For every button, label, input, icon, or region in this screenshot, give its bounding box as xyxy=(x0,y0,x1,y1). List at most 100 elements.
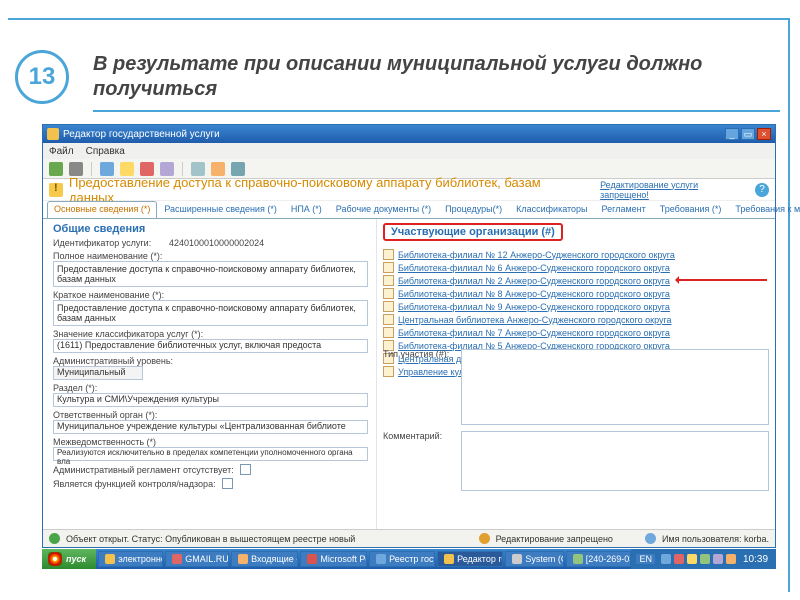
label-respbody: Ответственный орган (*): xyxy=(53,410,368,420)
field-shortname[interactable]: Предоставление доступа к справочно-поиск… xyxy=(53,300,368,326)
section-orgs: Участвующие организации (#) xyxy=(383,223,563,241)
status-user: Имя пользователя: korba. xyxy=(662,534,769,544)
tray-icon[interactable] xyxy=(713,554,723,564)
field-type[interactable] xyxy=(461,349,769,425)
close-button[interactable]: × xyxy=(757,128,771,140)
warning-icon xyxy=(49,183,63,197)
slide-number: 13 xyxy=(15,50,69,104)
field-classifier[interactable]: (1611) Предоставление библиотечных услуг… xyxy=(53,339,368,353)
doc-icon[interactable] xyxy=(191,162,205,176)
field-section[interactable]: Культура и СМИ\Учреждения культуры xyxy=(53,393,368,407)
field-fullname[interactable]: Предоставление доступа к справочно-поиск… xyxy=(53,261,368,287)
org-item[interactable]: Библиотека-филиал № 7 Анжеро-Судженского… xyxy=(383,326,769,339)
tab-docs[interactable]: Рабочие документы (*) xyxy=(329,201,438,218)
label-section: Раздел (*): xyxy=(53,383,368,393)
label-admin-absent: Административный регламент отсутствует: xyxy=(53,465,234,475)
field-inter[interactable]: Реализуются исключительно в пределах ком… xyxy=(53,447,368,461)
app-window: Редактор государственной услуги _ ▭ × Фа… xyxy=(42,124,776,548)
org-item[interactable]: Библиотека-филиал № 12 Анжеро-Судженског… xyxy=(383,248,769,261)
org-item[interactable]: Центральная библиотека Анжеро-Судженског… xyxy=(383,313,769,326)
org-item[interactable]: Библиотека-филиал № 9 Анжеро-Судженского… xyxy=(383,300,769,313)
task-item[interactable]: Microsoft Po… xyxy=(300,551,367,567)
task-item[interactable]: электронно… xyxy=(98,551,163,567)
task-icon xyxy=(444,554,454,564)
help-badge[interactable]: ? xyxy=(755,183,769,197)
org-icon xyxy=(383,314,394,325)
tray-icon[interactable] xyxy=(726,554,736,564)
notice-link[interactable]: Редактирование услуги запрещено! xyxy=(600,180,749,200)
task-icon xyxy=(376,554,386,564)
window-title: Редактор государственной услуги xyxy=(63,129,220,140)
status-icon xyxy=(49,533,60,544)
section-general: Общие сведения xyxy=(53,223,368,235)
org-icon xyxy=(383,288,394,299)
field-comment[interactable] xyxy=(461,431,769,491)
label-classifier: Значение классификатора услуг (*): xyxy=(53,329,368,339)
tab-ext[interactable]: Расширенные сведения (*) xyxy=(157,201,284,218)
tray-icon[interactable] xyxy=(674,554,684,564)
slide-header: 13 В результате при описании муниципальн… xyxy=(15,50,780,112)
checkbox-control[interactable] xyxy=(222,478,233,489)
tab-main[interactable]: Основные сведения (*) xyxy=(47,201,157,218)
tab-class[interactable]: Классификаторы xyxy=(509,201,594,218)
task-item[interactable]: Реестр госу… xyxy=(369,551,435,567)
task-icon xyxy=(573,554,583,564)
org-icon xyxy=(383,275,394,286)
lang-indicator[interactable]: EN xyxy=(635,553,656,565)
print-icon[interactable] xyxy=(100,162,114,176)
delete-icon[interactable] xyxy=(140,162,154,176)
system-tray: EN 10:39 xyxy=(631,549,776,569)
open-icon[interactable] xyxy=(69,162,83,176)
tab-req[interactable]: Требования (*) xyxy=(653,201,729,218)
tool-icon[interactable] xyxy=(160,162,174,176)
notice-bar: Предоставление доступа к справочно-поиск… xyxy=(43,179,775,201)
org-icon xyxy=(383,301,394,312)
task-icon xyxy=(512,554,522,564)
maximize-button[interactable]: ▭ xyxy=(741,128,755,140)
start-button[interactable]: пуск xyxy=(42,549,96,569)
task-icon xyxy=(172,554,182,564)
app-icon xyxy=(47,128,59,140)
org-icon xyxy=(383,327,394,338)
task-icon xyxy=(105,554,115,564)
checkbox-admin-absent[interactable] xyxy=(240,464,251,475)
tab-reg[interactable]: Регламент xyxy=(595,201,653,218)
field-admlevel[interactable]: Муниципальный xyxy=(53,366,143,380)
tray-icon[interactable] xyxy=(700,554,710,564)
task-item[interactable]: System (C:) xyxy=(505,551,563,567)
annotation-arrow xyxy=(677,279,767,281)
task-item[interactable]: [240-269-03… xyxy=(566,551,632,567)
clock: 10:39 xyxy=(739,554,772,565)
minimize-button[interactable]: _ xyxy=(725,128,739,140)
label-shortname: Краткое наименование (*): xyxy=(53,290,368,300)
org-item[interactable]: Библиотека-филиал № 6 Анжеро-Судженского… xyxy=(383,261,769,274)
tray-icon[interactable] xyxy=(661,554,671,564)
tab-place[interactable]: Требования к местам предоставления xyxy=(728,201,800,218)
menu-help[interactable]: Справка xyxy=(86,146,125,157)
tray-icon[interactable] xyxy=(687,554,697,564)
tab-proc[interactable]: Процедуры(*) xyxy=(438,201,509,218)
org-item[interactable]: Библиотека-филиал № 8 Анжеро-Судженского… xyxy=(383,287,769,300)
title-bar: Редактор государственной услуги _ ▭ × xyxy=(43,125,775,143)
menu-file[interactable]: Файл xyxy=(49,146,74,157)
status-bar: Объект открыт. Статус: Опубликован в выш… xyxy=(43,529,775,547)
tab-npa[interactable]: НПА (*) xyxy=(284,201,329,218)
help-icon[interactable] xyxy=(231,162,245,176)
task-item[interactable]: Входящие - … xyxy=(231,551,298,567)
taskbar: пуск электронно… GMAIL.RU … Входящие - …… xyxy=(42,549,776,569)
notice-title: Предоставление доступа к справочно-поиск… xyxy=(69,175,588,205)
copy-icon[interactable] xyxy=(120,162,134,176)
export-icon[interactable] xyxy=(211,162,225,176)
task-item[interactable]: GMAIL.RU … xyxy=(165,551,229,567)
label-type: Тип участия (#): xyxy=(383,349,453,359)
windows-icon xyxy=(48,552,62,566)
right-lower: Тип участия (#): Комментарий: xyxy=(383,349,769,491)
user-icon xyxy=(645,533,656,544)
menu-bar: Файл Справка xyxy=(43,143,775,159)
label-id: Идентификатор услуги: xyxy=(53,238,163,248)
save-icon[interactable] xyxy=(49,162,63,176)
org-icon xyxy=(383,249,394,260)
task-item-active[interactable]: Редактор го… xyxy=(437,551,503,567)
slide-title: В результате при описании муниципальной … xyxy=(93,50,780,112)
field-respbody[interactable]: Муниципальное учреждение культуры «Центр… xyxy=(53,420,368,434)
